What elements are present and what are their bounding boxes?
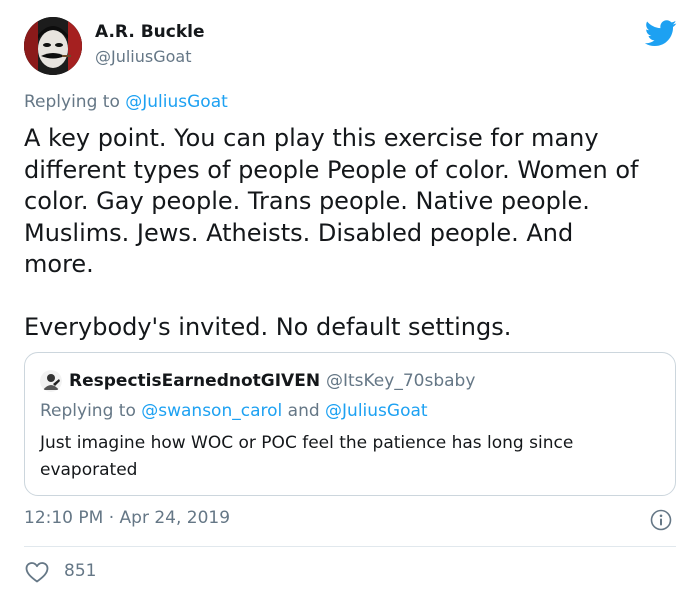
quoted-text: Just imagine how WOC or POC feel the pat…	[40, 433, 574, 480]
author-avatar[interactable]	[24, 17, 82, 75]
author-name[interactable]: A.R. Buckle	[95, 22, 205, 42]
quoted-replying-line: Replying to @swanson_carol and @JuliusGo…	[40, 401, 428, 421]
quoted-replying-prefix: Replying to	[40, 401, 136, 421]
quoted-author-avatar[interactable]	[40, 370, 62, 392]
replying-to-line: Replying to @JuliusGoat	[24, 92, 228, 112]
author-handle[interactable]: @JuliusGoat	[95, 47, 192, 66]
tweet-timestamp[interactable]: 12:10 PM · Apr 24, 2019	[24, 508, 230, 528]
quoted-replying-and: and	[287, 401, 320, 421]
quoted-tweet[interactable]: RespectisEarnednotGIVEN @ItsKey_70sbaby …	[24, 352, 676, 496]
heart-icon[interactable]	[24, 560, 50, 584]
replying-to-link[interactable]: @JuliusGoat	[125, 92, 228, 112]
like-count[interactable]: 851	[64, 561, 96, 581]
divider	[24, 546, 676, 547]
twitter-bird-icon	[645, 20, 677, 47]
info-icon[interactable]	[650, 509, 672, 531]
replying-prefix: Replying to	[24, 92, 120, 112]
quoted-author-handle[interactable]: @ItsKey_70sbaby	[326, 371, 475, 391]
quoted-replying-link-1[interactable]: @swanson_carol	[141, 401, 282, 421]
tweet-body: A key point. You can play this exercise …	[24, 124, 639, 341]
quoted-author-name[interactable]: RespectisEarnednotGIVEN	[69, 371, 320, 391]
quoted-replying-link-2[interactable]: @JuliusGoat	[325, 401, 428, 421]
quoted-author-line: RespectisEarnednotGIVEN @ItsKey_70sbaby	[69, 371, 475, 391]
tweet-card: A.R. Buckle @JuliusGoat Replying to @Jul…	[0, 0, 700, 599]
